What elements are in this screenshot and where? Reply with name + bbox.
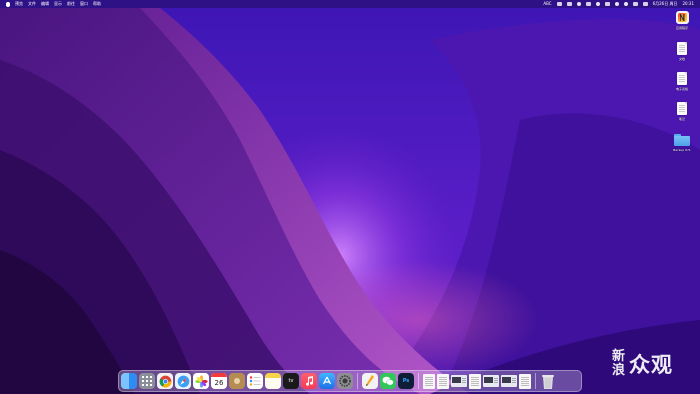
wechat-menubar-icon[interactable] xyxy=(585,2,591,6)
desktop-item-label: 文档 xyxy=(678,57,685,61)
dock-recent-document[interactable] xyxy=(423,373,435,389)
desktop-item-spreadsheet[interactable]: 电子表格 xyxy=(667,72,697,91)
dock-separator xyxy=(418,373,419,389)
dock-recent-document[interactable] xyxy=(437,373,449,389)
music-icon[interactable] xyxy=(301,373,317,389)
input-source-indicator[interactable]: ABC xyxy=(543,0,551,8)
appletv-label: tv xyxy=(288,378,294,384)
battery-icon[interactable] xyxy=(566,2,572,6)
dock-separator xyxy=(535,373,536,389)
finder-icon[interactable] xyxy=(121,373,137,389)
menu-bar: 预览 文件 编辑 显示 前往 窗口 帮助 ABC 6月26日 周日 20:31 xyxy=(0,0,700,8)
desktop-item-label: Backup 071 xyxy=(673,148,691,152)
pages-icon[interactable] xyxy=(362,373,378,389)
volume-icon[interactable] xyxy=(614,2,619,6)
safari-icon[interactable] xyxy=(175,373,191,389)
dock-recent-screenshot[interactable] xyxy=(483,375,499,387)
dock: 26 tv Ps xyxy=(118,370,582,392)
trash-icon[interactable] xyxy=(540,373,556,389)
dock-recent-screenshot[interactable] xyxy=(451,375,467,387)
control-center-icon[interactable] xyxy=(642,2,648,6)
photos-icon[interactable] xyxy=(193,373,209,389)
desktop-item-applications[interactable]: 应用程序 xyxy=(667,11,697,30)
menu-item-view[interactable]: 显示 xyxy=(54,0,62,8)
wechat-icon[interactable] xyxy=(380,373,396,389)
settings-icon[interactable] xyxy=(337,373,353,389)
watermark-main: 众观 xyxy=(629,353,674,377)
desktop-item-label: 笔记 xyxy=(678,117,685,121)
launchpad-icon[interactable] xyxy=(139,373,155,389)
photoshop-label: Ps xyxy=(402,378,410,384)
spreadsheet-icon xyxy=(677,72,687,85)
dock-recent-screenshot[interactable] xyxy=(501,375,517,387)
sina-watermark: 新 浪 众观 xyxy=(612,349,673,379)
dock-recent-document[interactable] xyxy=(469,373,481,389)
calendar-icon[interactable]: 26 xyxy=(211,373,227,389)
date-display[interactable]: 6月26日 周日 xyxy=(653,0,678,8)
watermark-bottom: 浪 xyxy=(612,363,626,378)
menu-item-window[interactable]: 窗口 xyxy=(80,0,88,8)
appletv-icon[interactable]: tv xyxy=(283,373,299,389)
clock-icon[interactable] xyxy=(595,2,600,6)
document-icon xyxy=(677,42,687,55)
notes-icon[interactable] xyxy=(265,373,281,389)
chrome-icon[interactable] xyxy=(157,373,173,389)
desktop-wallpaper xyxy=(0,0,700,394)
desktop-item-backup-folder[interactable]: Backup 071 xyxy=(667,133,697,152)
time-display[interactable]: 20:31 xyxy=(682,0,694,8)
reminders-icon[interactable] xyxy=(247,373,263,389)
menu-item-file[interactable]: 文件 xyxy=(28,0,36,8)
search-icon[interactable] xyxy=(632,2,638,6)
desktop-item-label: 应用程序 xyxy=(675,26,688,30)
wifi-icon[interactable] xyxy=(623,2,628,6)
app-icon xyxy=(675,11,689,24)
menu-item-go[interactable]: 前往 xyxy=(67,0,75,8)
calendar-day: 26 xyxy=(214,378,224,387)
appstore-icon[interactable] xyxy=(319,373,335,389)
bluetooth-icon[interactable] xyxy=(576,2,581,6)
desktop-item-document[interactable]: 文档 xyxy=(667,42,697,61)
dock-recent-document[interactable] xyxy=(519,373,531,389)
dock-separator xyxy=(357,373,358,389)
app-status-icon[interactable] xyxy=(604,2,610,6)
menu-item-edit[interactable]: 编辑 xyxy=(41,0,49,8)
menu-item-preview[interactable]: 预览 xyxy=(15,0,23,8)
contacts-icon[interactable] xyxy=(229,373,245,389)
desktop-item-notes[interactable]: 笔记 xyxy=(667,102,697,121)
apple-menu-icon[interactable] xyxy=(6,1,10,7)
photoshop-icon[interactable]: Ps xyxy=(398,373,414,389)
folder-icon xyxy=(674,133,690,146)
menu-item-help[interactable]: 帮助 xyxy=(93,0,101,8)
watermark-top: 新 xyxy=(612,349,626,364)
document-icon xyxy=(677,102,687,115)
desktop-item-label: 电子表格 xyxy=(675,87,688,91)
screen-mirroring-icon[interactable] xyxy=(556,2,562,6)
watermark-stack: 新 浪 xyxy=(612,350,625,378)
